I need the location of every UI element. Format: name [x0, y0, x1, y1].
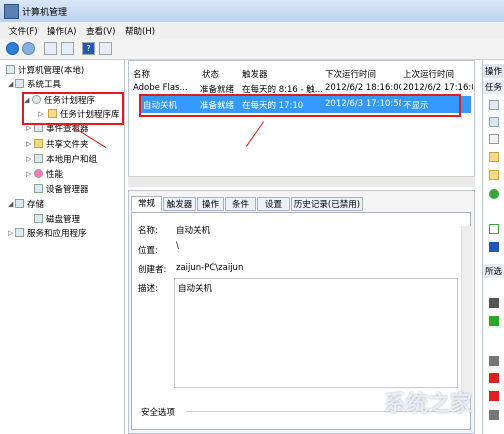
- toolbar: ?: [0, 39, 504, 60]
- tab-general[interactable]: 常规: [131, 196, 162, 212]
- task-last-run: 2012/6/2 17:16:0: [403, 83, 473, 93]
- window-title: 计算机管理: [22, 8, 68, 18]
- expand-arrow-icon[interactable]: ▷: [26, 170, 31, 178]
- column-header-status[interactable]: 状态: [202, 68, 219, 80]
- actions-header: 操作: [483, 64, 504, 78]
- column-header-name[interactable]: 名称: [133, 68, 150, 80]
- tools-icon: [15, 79, 24, 88]
- end-icon[interactable]: [489, 316, 499, 326]
- forward-arrow-icon[interactable]: [22, 42, 35, 55]
- description-value: 自动关机: [178, 282, 213, 294]
- column-header-last-run[interactable]: 上次运行时间: [403, 68, 454, 80]
- expand-arrow-icon[interactable]: ▷: [26, 124, 31, 132]
- table-row[interactable]: Adobe Flas... 准备就绪 在每天的 8:16 - 触... 2012…: [133, 81, 473, 95]
- actions-task-group[interactable]: 任务: [483, 80, 504, 94]
- disable-icon[interactable]: [489, 356, 499, 366]
- highlight-box-tree: [22, 92, 124, 125]
- actions-selected-group[interactable]: 所选: [483, 264, 504, 278]
- tab-triggers[interactable]: 触发器: [163, 197, 196, 211]
- refresh-icon[interactable]: [489, 224, 499, 234]
- watermark: 系统之家: [384, 392, 473, 417]
- delete-icon[interactable]: [489, 391, 499, 401]
- tab-conditions[interactable]: 条件: [225, 197, 256, 211]
- collapse-arrow-icon[interactable]: ◢: [8, 80, 13, 88]
- computer-icon: [6, 65, 15, 74]
- disk-icon: [34, 214, 43, 223]
- description-textbox[interactable]: [174, 278, 458, 388]
- column-header-next-run[interactable]: 下次运行时间: [325, 68, 376, 80]
- tab-settings[interactable]: 设置: [257, 197, 290, 211]
- tree-root[interactable]: 计算机管理(本地): [6, 64, 84, 76]
- show-hide-tree-icon[interactable]: [61, 42, 74, 55]
- author-label: 创建者:: [138, 265, 167, 275]
- tree-services[interactable]: 服务和应用程序: [15, 227, 87, 239]
- description-label: 描述:: [138, 284, 158, 294]
- collapse-arrow-icon[interactable]: ◢: [8, 200, 13, 208]
- performance-icon: [34, 169, 43, 178]
- tree-performance[interactable]: 性能: [34, 168, 63, 180]
- task-next-run: 2012/6/2 18:16:00: [325, 83, 401, 93]
- enable-history-icon[interactable]: [489, 170, 499, 180]
- expand-arrow-icon[interactable]: ▷: [8, 229, 13, 237]
- computer-management-icon: [4, 4, 19, 19]
- column-header-trigger[interactable]: 触发器: [242, 68, 268, 80]
- tree-shared-folders[interactable]: 共享文件夹: [34, 138, 89, 150]
- author-value[interactable]: zaijun-PC\zaijun: [176, 263, 244, 273]
- properties-icon[interactable]: [489, 410, 499, 420]
- name-value[interactable]: 自动关机: [176, 224, 211, 236]
- vertical-scrollbar[interactable]: [461, 226, 472, 396]
- menu-action[interactable]: 操作(A): [47, 25, 76, 37]
- up-folder-icon[interactable]: [44, 42, 57, 55]
- highlight-box-row: [139, 94, 461, 117]
- menu-help[interactable]: 帮助(H): [125, 25, 155, 37]
- menu-file[interactable]: 文件(F): [9, 25, 38, 37]
- tab-history[interactable]: 历史记录(已禁用): [291, 197, 363, 211]
- export-icon[interactable]: [489, 373, 499, 383]
- device-manager-icon: [34, 184, 43, 193]
- task-name: Adobe Flas...: [133, 83, 188, 93]
- tree-system-tools[interactable]: 系统工具: [15, 78, 61, 90]
- users-icon: [34, 154, 43, 163]
- tab-actions[interactable]: 操作: [197, 197, 224, 211]
- title-bar: 计算机管理: [0, 0, 504, 23]
- help-icon[interactable]: ?: [82, 42, 95, 55]
- console-icon[interactable]: [99, 42, 112, 55]
- help-icon[interactable]: [489, 242, 499, 252]
- shared-folder-icon: [34, 139, 43, 148]
- back-arrow-icon[interactable]: [6, 42, 19, 55]
- actions-pane: 操作 任务 所选: [482, 60, 504, 434]
- create-task-icon[interactable]: [489, 117, 499, 127]
- create-basic-task-icon[interactable]: [489, 100, 499, 110]
- location-value[interactable]: \: [176, 241, 179, 251]
- new-folder-icon[interactable]: [489, 189, 499, 199]
- storage-icon: [15, 199, 24, 208]
- services-icon: [15, 228, 24, 237]
- menu-bar: 文件(F) 操作(A) 查看(V) 帮助(H): [0, 22, 504, 40]
- tree-local-users[interactable]: 本地用户和组: [34, 153, 97, 165]
- expand-arrow-icon[interactable]: ▷: [26, 155, 31, 163]
- display-running-tasks-icon[interactable]: [489, 152, 499, 162]
- expand-arrow-icon[interactable]: ▷: [26, 140, 31, 148]
- location-label: 位置:: [138, 246, 158, 256]
- name-label: 名称:: [138, 226, 158, 236]
- tree-storage[interactable]: 存储: [15, 198, 44, 210]
- tree-device-manager[interactable]: 设备管理器: [34, 183, 89, 195]
- security-options-label: 安全选项: [141, 408, 176, 418]
- import-task-icon[interactable]: [489, 134, 499, 144]
- tree-disk-management[interactable]: 磁盘管理: [34, 213, 80, 225]
- menu-view[interactable]: 查看(V): [86, 25, 115, 37]
- horizontal-scrollbar[interactable]: [128, 176, 475, 187]
- run-icon[interactable]: [489, 298, 499, 308]
